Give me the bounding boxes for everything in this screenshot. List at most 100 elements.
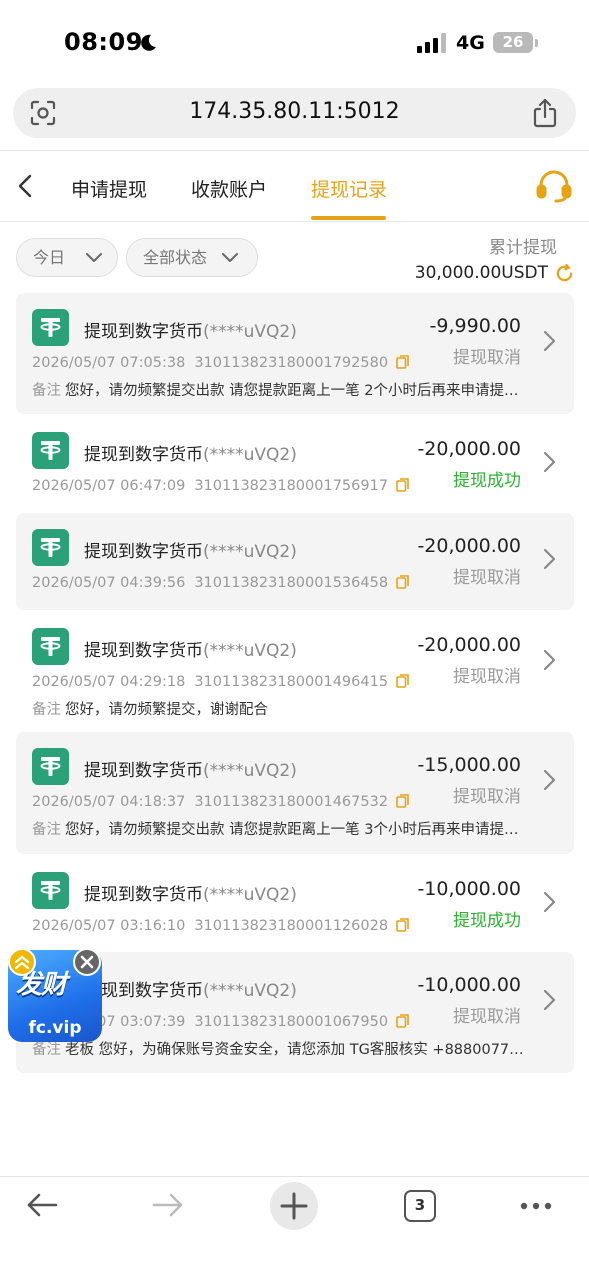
record-note: 备注 您好，请勿频繁提交，谢谢配合 bbox=[32, 698, 532, 719]
record-datetime: 2026/05/07 04:18:37 bbox=[32, 794, 186, 810]
signal-icon bbox=[417, 33, 446, 53]
copy-icon[interactable] bbox=[396, 674, 409, 688]
record-title: 提现到数字货币(****uVQ2) bbox=[84, 756, 297, 781]
status-time: 08:09 bbox=[64, 28, 143, 56]
copy-icon[interactable] bbox=[396, 575, 409, 589]
record-meta: 2026/05/07 06:47:09 310113823180001756917 bbox=[32, 478, 409, 494]
forward-arrow-icon[interactable] bbox=[150, 1187, 186, 1223]
record-title-text: 提现到数字货币 bbox=[84, 641, 203, 661]
more-icon[interactable] bbox=[520, 1202, 552, 1210]
record-order-number: 310113823180001126028 bbox=[194, 918, 389, 934]
copy-icon[interactable] bbox=[396, 1014, 409, 1028]
close-icon[interactable] bbox=[73, 948, 101, 976]
record-order-number: 310113823180001792580 bbox=[194, 355, 389, 371]
record-amount: -9,990.00 bbox=[429, 315, 521, 337]
date-filter[interactable]: 今日 bbox=[16, 238, 118, 277]
record-title: 提现到数字货币(****uVQ2) bbox=[84, 976, 297, 1001]
back-arrow-icon[interactable] bbox=[24, 1187, 60, 1223]
total-withdraw-label: 累计提现 bbox=[489, 238, 557, 258]
record-title-text: 提现到数字货币 bbox=[84, 885, 203, 905]
chevron-down-icon bbox=[86, 253, 102, 262]
active-tab-indicator bbox=[311, 216, 386, 220]
new-tab-button[interactable] bbox=[270, 1182, 318, 1230]
copy-icon[interactable] bbox=[396, 355, 409, 369]
chevron-right-icon[interactable] bbox=[542, 891, 556, 913]
chevron-down-icon bbox=[222, 253, 238, 262]
record-title-text: 提现到数字货币 bbox=[84, 761, 203, 781]
tab-apply-withdraw[interactable]: 申请提现 bbox=[71, 175, 147, 202]
record-status: 提现取消 bbox=[453, 787, 521, 807]
record-status: 提现成功 bbox=[453, 471, 521, 491]
record-meta: 2026/05/07 04:18:37 310113823180001467532 bbox=[32, 794, 409, 810]
chevron-right-icon[interactable] bbox=[542, 330, 556, 352]
battery-indicator: 26 bbox=[493, 32, 538, 53]
date-filter-label: 今日 bbox=[33, 248, 66, 267]
record-datetime: 2026/05/07 04:39:56 bbox=[32, 575, 186, 591]
tether-coin-icon bbox=[32, 872, 69, 909]
float-ad-url: fc.vip bbox=[28, 1018, 82, 1038]
record-status: 提现取消 bbox=[453, 1007, 521, 1027]
record-note-text: 您好，请勿频繁提交出款 请您提款距离上一笔 3个小时后再来申请提款... bbox=[65, 822, 532, 838]
record-note-text: 老板 您好，为确保账号资金安全，请您添加 TG客服核实 +888007788..… bbox=[65, 1042, 532, 1058]
tab-payee-accounts[interactable]: 收款账户 bbox=[191, 175, 267, 202]
status-bar: 08:09 4G 26 bbox=[0, 0, 589, 86]
tether-coin-icon bbox=[32, 748, 69, 785]
record-status: 提现取消 bbox=[453, 667, 521, 687]
record-account: (****uVQ2) bbox=[203, 542, 297, 562]
support-headset-icon[interactable] bbox=[536, 169, 572, 203]
record-title: 提现到数字货币(****uVQ2) bbox=[84, 880, 297, 905]
page-nav: 申请提现 收款账户 提现记录 bbox=[0, 150, 589, 222]
chevron-right-icon[interactable] bbox=[542, 649, 556, 671]
withdraw-record[interactable]: 提现到数字货币(****uVQ2) -15,000.00 提现取消 2026/05/0… bbox=[16, 732, 574, 854]
withdraw-record[interactable]: 提现到数字货币(****uVQ2) -9,990.00 提现取消 2026/05/07… bbox=[16, 293, 574, 414]
record-note-label: 备注 bbox=[32, 822, 61, 838]
record-amount: -10,000.00 bbox=[417, 878, 521, 900]
record-account: (****uVQ2) bbox=[203, 885, 297, 905]
record-account: (****uVQ2) bbox=[203, 981, 297, 1001]
total-withdraw-amount: 30,000.00USDT bbox=[414, 263, 548, 283]
record-meta: 2026/05/07 04:39:56 310113823180001536458 bbox=[32, 575, 409, 591]
record-note-label: 备注 bbox=[32, 383, 61, 399]
record-order-number: 310113823180001536458 bbox=[194, 575, 389, 591]
share-icon[interactable] bbox=[532, 98, 558, 128]
copy-icon[interactable] bbox=[396, 918, 409, 932]
chevron-right-icon[interactable] bbox=[542, 769, 556, 791]
record-title: 提现到数字货币(****uVQ2) bbox=[84, 537, 297, 562]
copy-icon[interactable] bbox=[396, 794, 409, 808]
chevron-right-icon[interactable] bbox=[542, 989, 556, 1011]
url-text[interactable]: 174.35.80.11:5012 bbox=[13, 99, 576, 124]
record-note-text: 您好，请勿频繁提交出款 请您提款距离上一笔 2个小时后再来申请提款... bbox=[65, 383, 532, 399]
double-up-badge-icon bbox=[8, 948, 36, 976]
record-title: 提现到数字货币(****uVQ2) bbox=[84, 636, 297, 661]
record-meta: 2026/05/07 04:29:18 310113823180001496415 bbox=[32, 674, 409, 690]
tab-withdraw-records[interactable]: 提现记录 bbox=[311, 175, 387, 202]
withdraw-record[interactable]: 提现到数字货币(****uVQ2) -20,000.00 提现取消 2026/05/0… bbox=[16, 612, 574, 730]
record-status: 提现取消 bbox=[453, 348, 521, 368]
record-meta: 2026/05/07 07:05:38 310113823180001792580 bbox=[32, 355, 409, 371]
withdraw-record[interactable]: 提现到数字货币(****uVQ2) -20,000.00 提现成功 2026/05/0… bbox=[16, 416, 574, 511]
tab-switcher-button[interactable]: 3 bbox=[404, 1190, 436, 1222]
refresh-icon[interactable] bbox=[555, 264, 574, 283]
record-amount: -20,000.00 bbox=[417, 535, 521, 557]
chevron-right-icon[interactable] bbox=[542, 451, 556, 473]
record-amount: -20,000.00 bbox=[417, 634, 521, 656]
withdraw-record[interactable]: 提现到数字货币(****uVQ2) -10,000.00 提现成功 2026/05/0… bbox=[16, 856, 574, 950]
status-filter[interactable]: 全部状态 bbox=[126, 238, 258, 277]
address-bar[interactable]: 174.35.80.11:5012 bbox=[13, 88, 576, 138]
record-status: 提现成功 bbox=[453, 911, 521, 931]
chevron-right-icon[interactable] bbox=[542, 548, 556, 570]
tether-coin-icon bbox=[32, 529, 69, 566]
withdraw-record[interactable]: 提现到数字货币(****uVQ2) -20,000.00 提现取消 2026/05/0… bbox=[16, 513, 574, 610]
record-order-number: 310113823180001467532 bbox=[194, 794, 389, 810]
record-title-text: 提现到数字货币 bbox=[84, 322, 203, 342]
moon-icon bbox=[141, 34, 156, 51]
record-note-text: 您好，请勿频繁提交，谢谢配合 bbox=[65, 702, 268, 718]
record-datetime: 2026/05/07 06:47:09 bbox=[32, 478, 186, 494]
back-icon[interactable] bbox=[14, 173, 38, 199]
copy-icon[interactable] bbox=[396, 478, 409, 492]
record-amount: -15,000.00 bbox=[417, 754, 521, 776]
record-order-number: 310113823180001756917 bbox=[194, 478, 389, 494]
record-note: 备注 您好，请勿频繁提交出款 请您提款距离上一笔 3个小时后再来申请提款... bbox=[32, 818, 532, 839]
record-note-label: 备注 bbox=[32, 1042, 61, 1058]
record-account: (****uVQ2) bbox=[203, 445, 297, 465]
